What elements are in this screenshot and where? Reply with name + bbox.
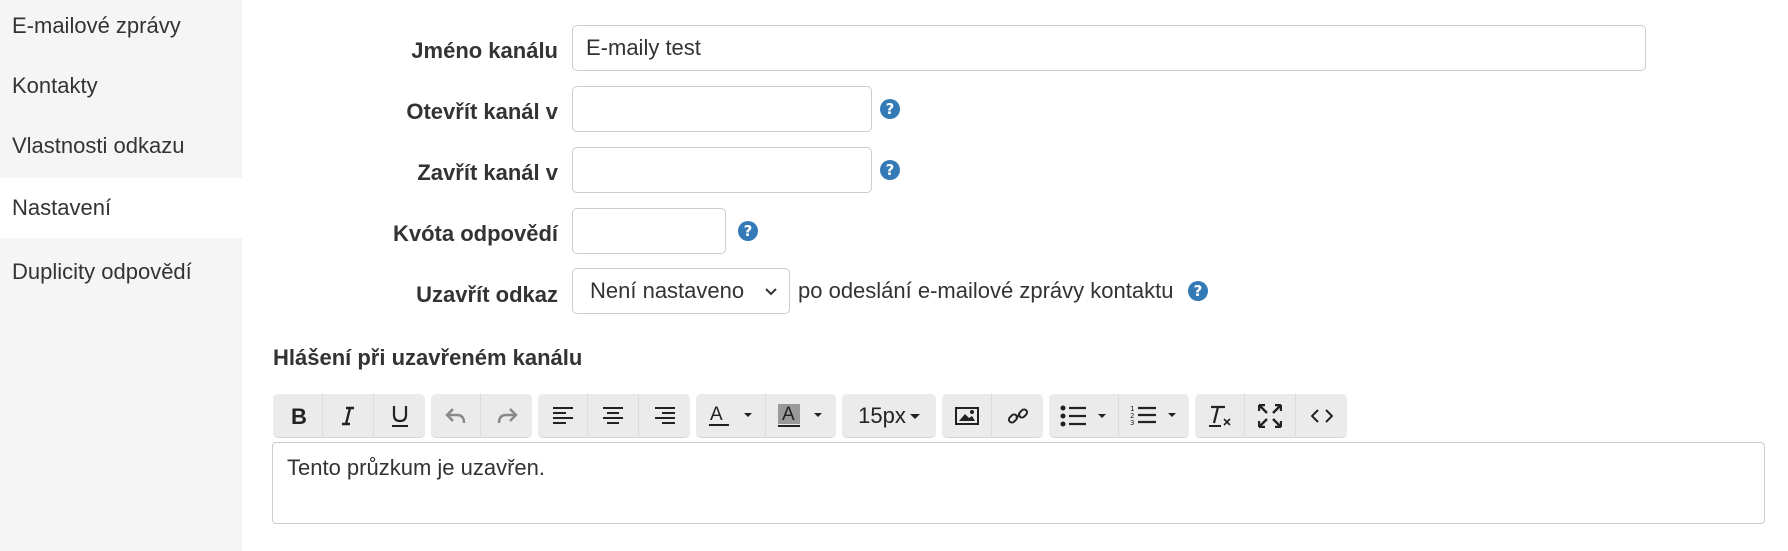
caret-down-icon — [909, 414, 920, 419]
align-right-icon[interactable] — [639, 394, 690, 438]
svg-text:3: 3 — [1130, 419, 1134, 427]
response-quota-input[interactable] — [572, 208, 726, 254]
undo-icon[interactable] — [431, 394, 481, 438]
toolbar-group-lists: 123 — [1049, 394, 1189, 438]
channel-name-label: Jméno kanálu — [411, 38, 558, 63]
help-icon[interactable]: ? — [1188, 281, 1208, 301]
toolbar-group-align — [538, 394, 690, 438]
chevron-down-icon — [765, 288, 777, 296]
help-icon[interactable]: ? — [880, 99, 900, 119]
close-channel-label: Zavřít kanál v — [417, 160, 558, 185]
underline-icon[interactable] — [374, 394, 425, 438]
align-center-icon[interactable] — [588, 394, 639, 438]
numbered-list-icon[interactable]: 123 — [1119, 394, 1189, 438]
sidebar-item-contacts[interactable]: Kontakty — [0, 60, 242, 112]
help-icon[interactable]: ? — [738, 221, 758, 241]
sidebar: E-mailové zprávy Kontakty Vlastnosti odk… — [0, 0, 242, 551]
closed-message-editor[interactable]: Tento průzkum je uzavřen. — [272, 442, 1765, 524]
image-icon[interactable] — [942, 394, 992, 438]
toolbar-group-misc — [1195, 394, 1347, 438]
toolbar-group-style: B — [273, 394, 425, 438]
close-link-selected-value: Není nastaveno — [590, 278, 745, 303]
fullscreen-icon[interactable] — [1245, 394, 1296, 438]
response-quota-label: Kvóta odpovědí — [392, 221, 558, 246]
link-icon[interactable] — [992, 394, 1043, 438]
toolbar-group-color: A A — [696, 394, 836, 438]
toolbar-group-fontsize: 15px — [842, 394, 936, 438]
close-link-label: Uzavřít odkaz — [416, 282, 558, 307]
align-left-icon[interactable] — [538, 394, 588, 438]
channel-name-input[interactable] — [572, 25, 1646, 71]
svg-text:A: A — [710, 404, 723, 425]
bold-icon[interactable]: B — [273, 394, 323, 438]
toolbar-group-insert — [942, 394, 1043, 438]
editor-content: Tento průzkum je uzavřen. — [287, 455, 546, 480]
sidebar-item-label: Duplicity odpovědí — [12, 259, 192, 284]
sidebar-item-response-duplicates[interactable]: Duplicity odpovědí — [0, 240, 242, 304]
bullet-list-icon[interactable] — [1049, 394, 1119, 438]
svg-text:B: B — [291, 405, 307, 427]
highlight-color-icon[interactable]: A — [766, 394, 836, 438]
redo-icon[interactable] — [481, 394, 532, 438]
font-color-icon[interactable]: A — [696, 394, 766, 438]
open-channel-date-input[interactable] — [572, 86, 872, 132]
close-link-suffix-text: po odeslání e-mailové zprávy kontaktu — [798, 278, 1174, 303]
closed-message-title: Hlášení při uzavřeném kanálu — [273, 345, 583, 370]
clear-format-icon[interactable] — [1195, 394, 1245, 438]
sidebar-item-label: Nastavení — [12, 195, 112, 220]
svg-text:A: A — [782, 404, 795, 425]
sidebar-item-settings[interactable]: Nastavení — [0, 178, 242, 238]
code-view-icon[interactable] — [1296, 394, 1347, 438]
font-size-dropdown[interactable]: 15px — [842, 394, 936, 438]
close-link-select[interactable]: Není nastaveno — [572, 268, 790, 314]
sidebar-item-link-properties[interactable]: Vlastnosti odkazu — [0, 120, 242, 172]
italic-icon[interactable] — [323, 394, 374, 438]
sidebar-item-label: Kontakty — [12, 73, 98, 98]
open-channel-label: Otevřít kanál v — [406, 99, 558, 124]
toolbar-group-history — [431, 394, 532, 438]
font-size-value: 15px — [858, 403, 906, 428]
sidebar-item-label: E-mailové zprávy — [12, 13, 181, 38]
close-channel-date-input[interactable] — [572, 147, 872, 193]
sidebar-item-email-messages[interactable]: E-mailové zprávy — [0, 0, 242, 52]
help-icon[interactable]: ? — [880, 160, 900, 180]
sidebar-item-label: Vlastnosti odkazu — [12, 133, 185, 158]
